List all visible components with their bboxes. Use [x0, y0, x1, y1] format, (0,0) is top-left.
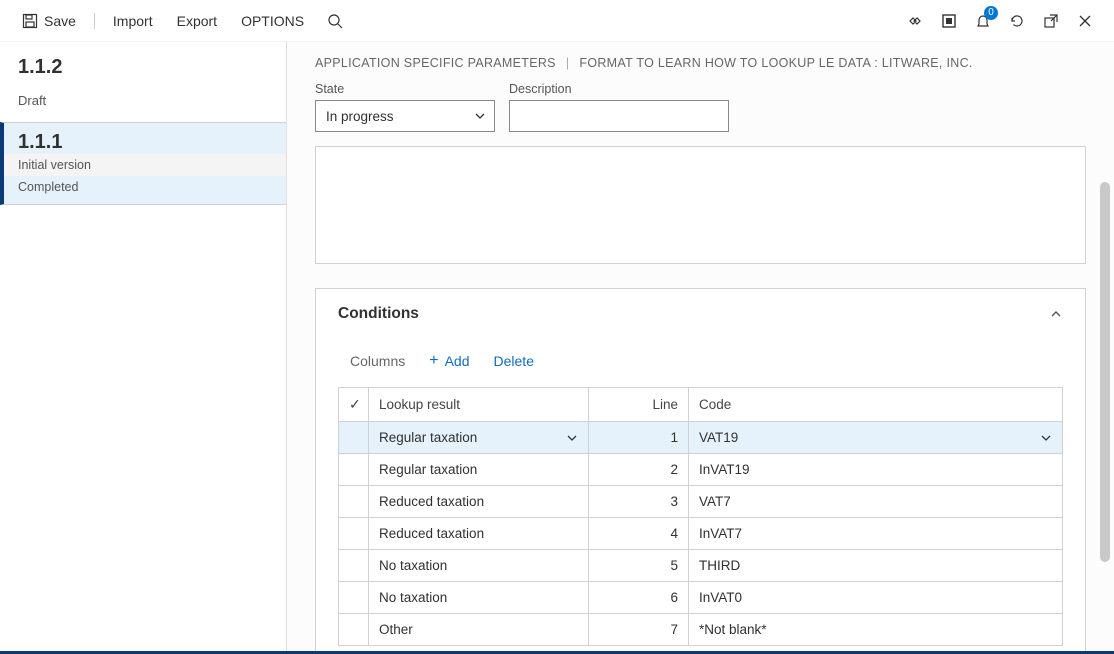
link-button[interactable] — [898, 4, 932, 38]
office-icon — [941, 13, 957, 29]
version-status: Draft — [18, 93, 268, 118]
conditions-toolbar: Columns + Add Delete — [316, 339, 1085, 387]
close-icon — [1077, 13, 1093, 29]
conditions-grid: ✓ Lookup result Line Code Regular taxati… — [338, 387, 1063, 646]
cell-line[interactable]: 3 — [589, 486, 689, 518]
state-select[interactable]: In progress — [315, 100, 495, 132]
search-button[interactable] — [318, 4, 352, 38]
chevron-down-icon — [1040, 432, 1052, 444]
close-button[interactable] — [1068, 4, 1102, 38]
upper-panel — [315, 146, 1086, 264]
link-icon — [907, 13, 923, 29]
check-icon: ✓ — [349, 396, 361, 412]
conditions-header[interactable]: Conditions — [316, 289, 1085, 339]
breadcrumb-separator: | — [566, 56, 570, 70]
col-header-code[interactable]: Code — [689, 388, 1063, 422]
breadcrumb-part: FORMAT TO LEARN HOW TO LOOKUP LE DATA : … — [579, 56, 972, 70]
save-icon — [22, 13, 38, 29]
add-button[interactable]: + Add — [429, 352, 469, 370]
table-row[interactable]: No taxation5THIRD — [339, 550, 1063, 582]
version-item-draft[interactable]: 1.1.2 Draft — [0, 42, 286, 122]
cell-code[interactable]: THIRD — [689, 550, 1063, 582]
row-selector[interactable] — [339, 550, 369, 582]
cell-lookup[interactable]: No taxation — [369, 550, 589, 582]
description-label: Description — [509, 82, 729, 96]
delete-button[interactable]: Delete — [494, 353, 534, 369]
row-selector[interactable] — [339, 518, 369, 550]
cell-lookup[interactable]: No taxation — [369, 582, 589, 614]
cell-line[interactable]: 7 — [589, 614, 689, 646]
chevron-down-icon — [474, 110, 486, 122]
cell-line[interactable]: 5 — [589, 550, 689, 582]
options-button[interactable]: OPTIONS — [231, 7, 314, 35]
plus-icon: + — [429, 352, 438, 370]
description-input[interactable] — [509, 100, 729, 132]
table-row[interactable]: No taxation6InVAT0 — [339, 582, 1063, 614]
row-selector[interactable] — [339, 582, 369, 614]
table-row[interactable]: Regular taxation2InVAT19 — [339, 454, 1063, 486]
version-status: Completed — [18, 176, 272, 198]
popout-icon — [1043, 13, 1059, 29]
refresh-button[interactable] — [1000, 4, 1034, 38]
cell-line[interactable]: 4 — [589, 518, 689, 550]
office-button[interactable] — [932, 4, 966, 38]
row-selector[interactable] — [339, 422, 369, 454]
breadcrumb-part: APPLICATION SPECIFIC PARAMETERS — [315, 56, 556, 70]
cell-line[interactable]: 2 — [589, 454, 689, 486]
col-header-lookup[interactable]: Lookup result — [369, 388, 589, 422]
cell-lookup[interactable]: Reduced taxation — [369, 486, 589, 518]
cell-code[interactable]: VAT7 — [689, 486, 1063, 518]
cell-line[interactable]: 6 — [589, 582, 689, 614]
notifications-button[interactable]: 0 — [966, 4, 1000, 38]
row-selector[interactable] — [339, 486, 369, 518]
chevron-up-icon — [1049, 307, 1063, 321]
breadcrumb: APPLICATION SPECIFIC PARAMETERS | FORMAT… — [315, 56, 1086, 82]
search-icon — [327, 13, 343, 29]
cell-code[interactable]: InVAT0 — [689, 582, 1063, 614]
table-row[interactable]: Reduced taxation4InVAT7 — [339, 518, 1063, 550]
table-row[interactable]: Reduced taxation3VAT7 — [339, 486, 1063, 518]
top-toolbar: Save Import Export OPTIONS 0 — [0, 0, 1114, 42]
conditions-title: Conditions — [338, 305, 419, 323]
table-row[interactable]: Other7*Not blank* — [339, 614, 1063, 646]
save-button[interactable]: Save — [12, 7, 86, 35]
row-selector[interactable] — [339, 614, 369, 646]
main-pane: APPLICATION SPECIFIC PARAMETERS | FORMAT… — [287, 42, 1114, 651]
save-label: Save — [44, 13, 76, 29]
cell-lookup[interactable]: Other — [369, 614, 589, 646]
version-note: Initial version — [4, 154, 286, 176]
export-button[interactable]: Export — [167, 7, 227, 35]
version-item-selected[interactable]: 1.1.1 Initial version Completed — [0, 122, 286, 205]
cell-code[interactable]: *Not blank* — [689, 614, 1063, 646]
cell-code[interactable]: VAT19 — [689, 422, 1063, 454]
cell-line[interactable]: 1 — [589, 422, 689, 454]
col-header-line[interactable]: Line — [589, 388, 689, 422]
table-row[interactable]: Regular taxation1VAT19 — [339, 422, 1063, 454]
separator — [94, 13, 95, 29]
cell-code[interactable]: InVAT7 — [689, 518, 1063, 550]
conditions-section: Conditions Columns + Add Delete — [315, 288, 1086, 651]
cell-lookup[interactable]: Regular taxation — [369, 422, 589, 454]
row-selector[interactable] — [339, 454, 369, 486]
refresh-icon — [1009, 13, 1025, 29]
notifications-badge: 0 — [984, 6, 998, 20]
scrollbar[interactable] — [1100, 182, 1110, 562]
state-label: State — [315, 82, 495, 96]
columns-button[interactable]: Columns — [350, 349, 405, 373]
col-header-select[interactable]: ✓ — [339, 388, 369, 422]
state-value: In progress — [326, 109, 394, 124]
cell-lookup[interactable]: Reduced taxation — [369, 518, 589, 550]
version-number: 1.1.2 — [18, 56, 268, 79]
popout-button[interactable] — [1034, 4, 1068, 38]
import-button[interactable]: Import — [103, 7, 163, 35]
version-sidebar: 1.1.2 Draft 1.1.1 Initial version Comple… — [0, 42, 287, 651]
chevron-down-icon — [566, 432, 578, 444]
cell-code[interactable]: InVAT19 — [689, 454, 1063, 486]
cell-lookup[interactable]: Regular taxation — [369, 454, 589, 486]
version-number: 1.1.1 — [18, 131, 272, 154]
